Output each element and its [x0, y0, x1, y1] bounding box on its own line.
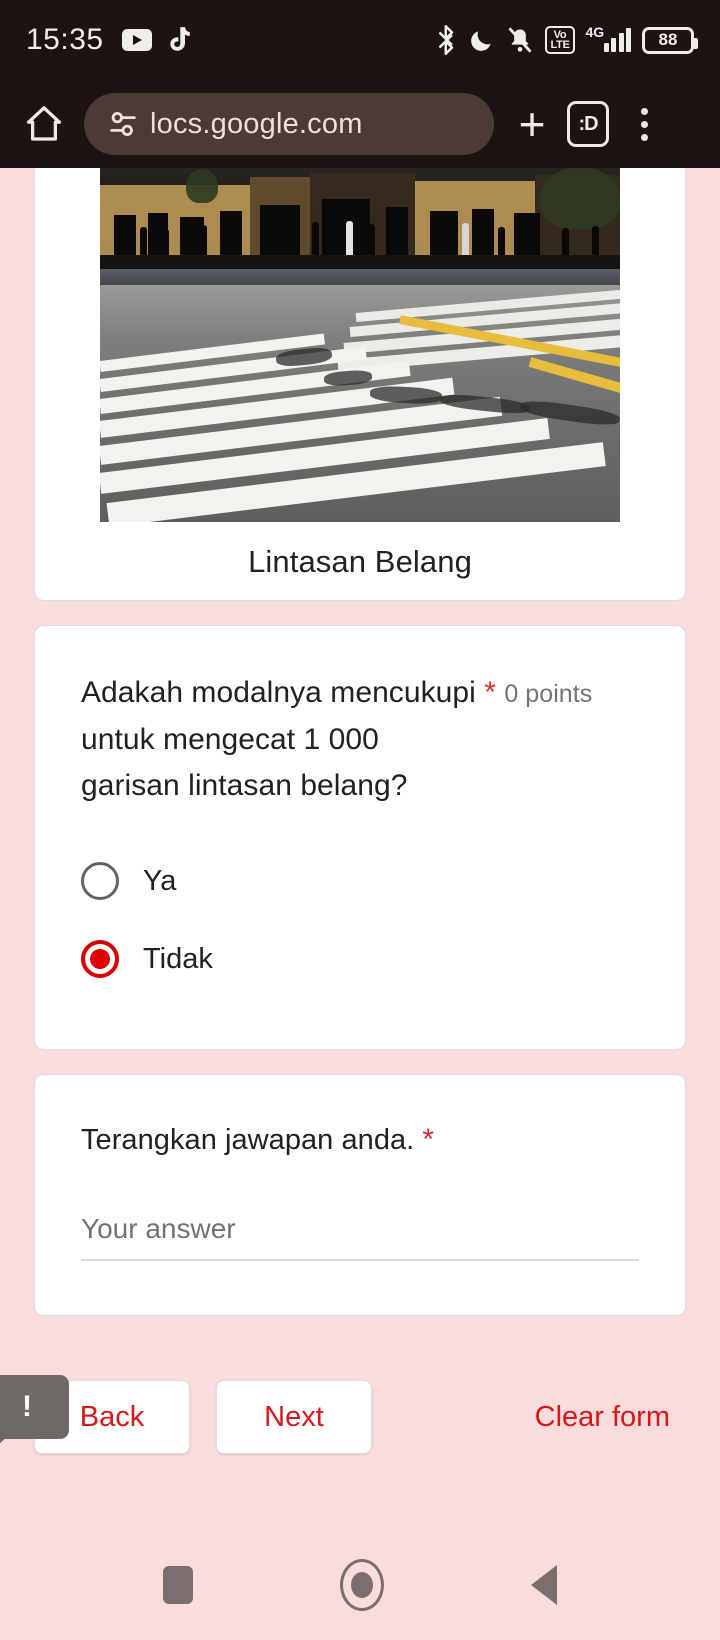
question-1-line-3: garisan lintasan belang? — [81, 769, 408, 802]
next-button-label: Next — [264, 1400, 324, 1433]
answer-input[interactable] — [81, 1213, 639, 1261]
youtube-icon — [121, 29, 152, 51]
status-bar-clock: 15:35 — [26, 23, 104, 56]
status-bar-notification-icons — [121, 26, 192, 54]
next-button[interactable]: Next — [216, 1380, 372, 1454]
do-not-disturb-moon-icon — [469, 26, 495, 54]
url-text: locs.google.com — [150, 107, 363, 140]
battery-percent: 88 — [658, 30, 678, 49]
status-bar-system-icons: Vo LTE 4G 88 — [436, 24, 698, 55]
form-page: Lintasan Belang Adakah modalnya mencukup… — [0, 168, 720, 1470]
battery-icon: 88 — [642, 26, 698, 54]
question-1-line-1: Adakah modalnya mencukupi — [81, 676, 476, 709]
tune-icon[interactable] — [106, 107, 140, 141]
option-ya[interactable]: Ya — [81, 849, 639, 913]
tab-switcher-button[interactable]: :D — [560, 96, 616, 152]
home-icon[interactable] — [22, 102, 66, 146]
question-1-title: Adakah modalnya mencukupi * 0 points unt… — [81, 670, 639, 809]
required-asterisk: * — [484, 676, 496, 709]
image-caption: Lintasan Belang — [248, 544, 472, 579]
url-bar[interactable]: locs.google.com — [84, 93, 494, 155]
crosswalk-image — [100, 168, 620, 522]
question-1-line-2: untuk mengecat 1 000 — [81, 723, 379, 756]
volte-icon: Vo LTE — [545, 26, 575, 54]
new-tab-button[interactable]: + — [504, 96, 560, 152]
required-asterisk: * — [422, 1123, 435, 1156]
back-button-label: Back — [79, 1400, 145, 1433]
tiktok-icon — [166, 26, 192, 54]
back-triangle-icon[interactable] — [530, 1565, 557, 1605]
question-2-title: Terangkan jawapan anda. * — [81, 1123, 639, 1157]
question-card-1: Adakah modalnya mencukupi * 0 points unt… — [34, 625, 686, 1050]
question-1-points: 0 points — [504, 680, 593, 708]
vibrate-off-icon — [506, 26, 534, 54]
warning-tooltip-badge: ! — [0, 1375, 69, 1453]
clear-form-label: Clear form — [534, 1400, 670, 1433]
recents-square-icon[interactable] — [163, 1566, 194, 1604]
android-nav-bar — [0, 1530, 720, 1640]
image-card: Lintasan Belang — [34, 168, 686, 601]
home-circle-icon[interactable] — [339, 1559, 384, 1611]
bluetooth-icon — [436, 25, 458, 55]
signal-bars-icon — [603, 28, 631, 52]
plus-icon: + — [518, 98, 546, 150]
question-1-options: Ya Tidak — [81, 849, 639, 991]
option-ya-label: Ya — [143, 864, 177, 897]
question-card-2: Terangkan jawapan anda. * — [34, 1074, 686, 1316]
tab-count-icon: :D — [567, 101, 609, 147]
back-button[interactable]: ! Back — [0, 1375, 190, 1454]
browser-menu-button[interactable] — [616, 96, 672, 152]
warning-tooltip-text: ! — [22, 1390, 32, 1423]
status-bar: 15:35 Vo LTE 4G 88 — [0, 0, 720, 80]
form-button-row: ! Back Next Clear form — [0, 1375, 720, 1456]
signal-4g-icon: 4G — [586, 24, 631, 52]
browser-toolbar: locs.google.com + :D — [0, 80, 720, 168]
question-2-text: Terangkan jawapan anda. — [81, 1124, 415, 1156]
option-tidak[interactable]: Tidak — [81, 927, 639, 991]
three-dots-icon — [640, 107, 648, 141]
option-tidak-label: Tidak — [143, 942, 213, 975]
radio-unchecked-icon[interactable] — [81, 862, 119, 900]
radio-checked-icon[interactable] — [81, 940, 119, 978]
answer-field-wrap — [81, 1213, 639, 1261]
clear-form-link[interactable]: Clear form — [535, 1401, 670, 1434]
